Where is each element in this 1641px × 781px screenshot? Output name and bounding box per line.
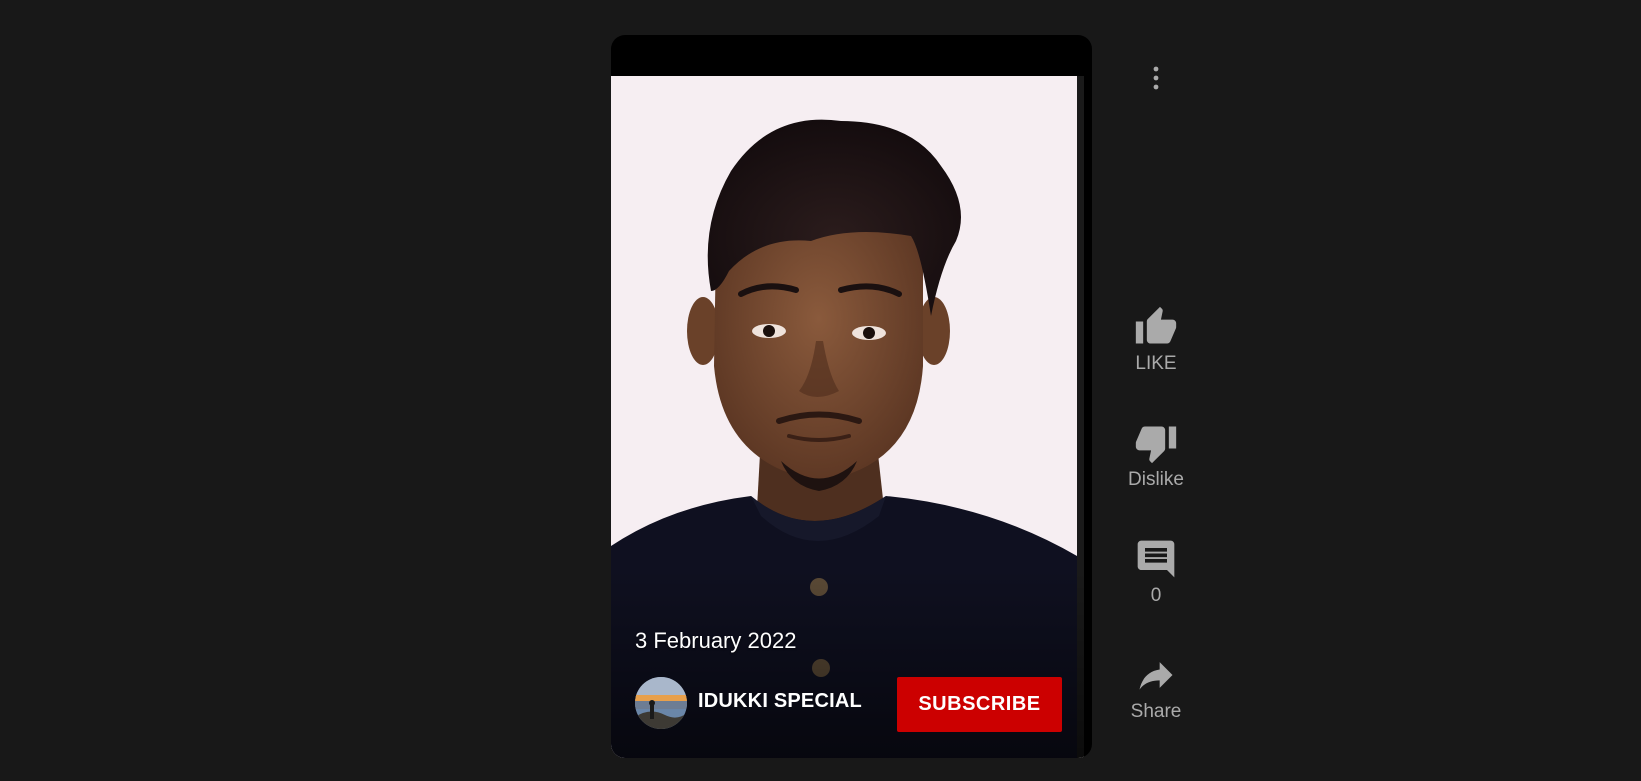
comments-button[interactable]: 0	[1106, 537, 1206, 607]
like-button[interactable]: LIKE	[1106, 305, 1206, 375]
thumb-down-icon	[1135, 426, 1177, 464]
channel-avatar[interactable]	[635, 677, 687, 729]
video-player[interactable]: 3 February 2022 IDUKKI SPECIAL SUBSCRIBE	[611, 35, 1092, 758]
video-frame[interactable]	[611, 76, 1084, 758]
like-label: LIKE	[1135, 353, 1177, 374]
more-options-button[interactable]	[1136, 58, 1176, 98]
dislike-button[interactable]: Dislike	[1106, 421, 1206, 491]
thumb-up-icon	[1135, 306, 1177, 344]
video-still-image	[611, 76, 1084, 758]
share-button[interactable]: Share	[1106, 653, 1206, 723]
upload-date: 3 February 2022	[635, 628, 797, 653]
channel-row: IDUKKI SPECIAL SUBSCRIBE	[635, 675, 1062, 732]
share-arrow-icon	[1139, 662, 1173, 690]
more-vert-icon	[1153, 66, 1159, 90]
share-label: Share	[1130, 701, 1182, 722]
dislike-label: Dislike	[1128, 469, 1184, 490]
shorts-page: 3 February 2022 IDUKKI SPECIAL SUBSCRIBE	[0, 0, 1641, 781]
channel-name[interactable]: IDUKKI SPECIAL	[698, 690, 862, 713]
subscribe-button[interactable]: SUBSCRIBE	[897, 677, 1062, 732]
comment-icon	[1137, 540, 1175, 578]
comments-count: 0	[1150, 585, 1162, 606]
